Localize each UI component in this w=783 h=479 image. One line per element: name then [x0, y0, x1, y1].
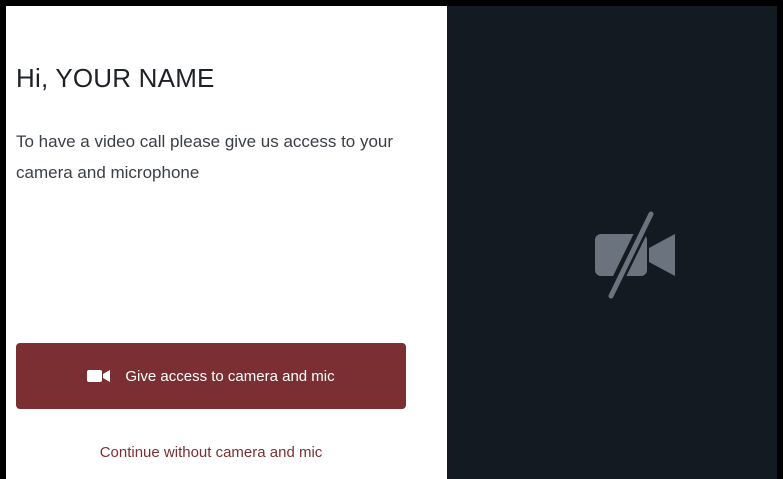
permission-dialog: Hi, YOUR NAME To have a video call pleas…: [0, 0, 783, 479]
camera-off-icon: [591, 206, 681, 304]
video-camera-icon: [87, 369, 111, 383]
video-preview-area: [447, 6, 777, 479]
greeting-title: Hi, YOUR NAME: [16, 63, 215, 93]
permission-description: To have a video call please give us acce…: [16, 132, 394, 182]
give-access-button-label: Give access to camera and mic: [125, 367, 335, 385]
give-access-button[interactable]: Give access to camera and mic: [16, 343, 406, 409]
permission-panel: Hi, YOUR NAME To have a video call pleas…: [6, 6, 447, 479]
continue-without-media-link[interactable]: Continue without camera and mic: [16, 444, 406, 461]
